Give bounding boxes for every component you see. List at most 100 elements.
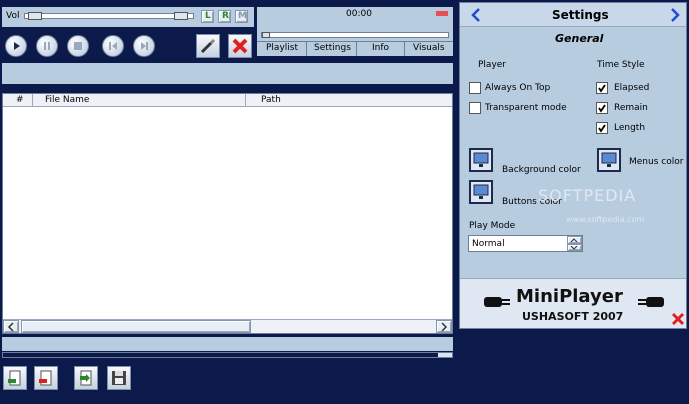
always-on-top-checkbox[interactable]: [469, 82, 481, 94]
scroll-right-button[interactable]: [436, 320, 452, 333]
play-mode-value: Normal: [472, 239, 505, 249]
remove-file-icon: [39, 370, 52, 386]
status-strip: [2, 337, 453, 351]
right-channel-button[interactable]: R: [218, 10, 231, 23]
play-button[interactable]: [5, 35, 27, 57]
buttons-color-button[interactable]: [469, 180, 493, 204]
seek-bar-thumb[interactable]: [262, 32, 270, 38]
add-file-button[interactable]: [3, 366, 27, 390]
settings-title: Settings: [552, 8, 609, 22]
close-playlist-button[interactable]: [228, 34, 252, 58]
mono-button[interactable]: M: [235, 10, 248, 23]
transparent-mode-checkbox[interactable]: [469, 102, 481, 114]
settings-header: Settings: [460, 3, 686, 27]
always-on-top-label: Always On Top: [485, 83, 551, 93]
open-file-icon: [80, 370, 92, 386]
add-file-icon: [8, 370, 21, 386]
monitor-icon: [601, 152, 617, 167]
remain-label: Remain: [614, 103, 648, 113]
volume-bar-panel: Vol L R M: [2, 7, 254, 27]
column-path-label: Path: [261, 95, 281, 105]
tab-settings-label: Settings: [314, 43, 351, 53]
seek-bar[interactable]: [261, 32, 449, 38]
chevron-down-icon: [570, 245, 578, 250]
chevron-left-icon[interactable]: [469, 7, 483, 23]
tab-bar: Playlist Settings Info Visuals: [257, 41, 453, 56]
scroll-thumb[interactable]: [21, 320, 251, 333]
background-color-button[interactable]: [469, 148, 493, 172]
tab-playlist[interactable]: Playlist: [257, 42, 307, 56]
elapsed-checkbox[interactable]: [596, 82, 608, 94]
right-channel-label: R: [222, 11, 229, 21]
tools-button[interactable]: [196, 34, 220, 58]
chevron-right-icon: [441, 322, 448, 332]
company-name: USHASOFT 2007: [522, 310, 624, 323]
mono-label: M: [238, 11, 247, 21]
scroll-left-button[interactable]: [3, 320, 19, 333]
open-file-button[interactable]: [74, 366, 98, 390]
chevron-left-icon: [7, 322, 14, 332]
column-number-label: #: [16, 95, 24, 105]
close-icon: [232, 38, 248, 54]
tab-playlist-label: Playlist: [266, 43, 298, 53]
tab-visuals[interactable]: Visuals: [405, 42, 453, 56]
volume-slider-thumb[interactable]: [28, 12, 42, 20]
column-header-path[interactable]: Path: [246, 94, 452, 107]
horizontal-scrollbar[interactable]: [3, 319, 452, 333]
next-button[interactable]: [133, 35, 155, 57]
position-bar[interactable]: [2, 352, 453, 358]
tab-info[interactable]: Info: [357, 42, 405, 56]
background-color-label: Background color: [502, 165, 581, 175]
length-checkbox[interactable]: [596, 122, 608, 134]
play-mode-label: Play Mode: [469, 221, 516, 231]
play-mode-select[interactable]: Normal: [468, 235, 583, 252]
magic-wand-icon: [200, 38, 216, 54]
tab-info-label: Info: [372, 43, 390, 53]
menus-color-label: Menus color: [629, 157, 684, 167]
play-mode-spinner-up[interactable]: [567, 236, 582, 244]
pause-button[interactable]: [36, 35, 58, 57]
chevron-up-icon: [570, 238, 578, 243]
watermark-text: SOFTPEDIA: [538, 186, 637, 205]
plug-left-icon: [484, 297, 510, 307]
left-channel-button[interactable]: L: [201, 10, 214, 23]
monitor-icon: [473, 184, 489, 199]
time-display-panel: 00:00: [257, 7, 453, 41]
seek-slider-thumb[interactable]: [174, 12, 188, 20]
checkmark-icon: [598, 124, 606, 133]
settings-panel: Settings General Player Time Style Alway…: [459, 2, 687, 329]
close-icon[interactable]: [671, 312, 685, 326]
menus-color-button[interactable]: [597, 148, 621, 172]
monitor-icon: [473, 152, 489, 167]
close-window-button[interactable]: [436, 11, 448, 16]
checkmark-icon: [598, 84, 606, 93]
volume-label: Vol: [6, 11, 20, 21]
settings-subtitle: General: [555, 32, 604, 45]
chevron-right-icon[interactable]: [668, 7, 682, 23]
player-group-label: Player: [478, 60, 507, 70]
play-mode-spinner-down[interactable]: [567, 244, 582, 251]
transparent-mode-label: Transparent mode: [485, 103, 567, 113]
previous-button[interactable]: [102, 35, 124, 57]
length-label: Length: [614, 123, 646, 133]
skip-back-icon: [109, 42, 117, 50]
checkmark-icon: [598, 104, 606, 113]
elapsed-label: Elapsed: [614, 83, 650, 93]
play-icon: [14, 42, 20, 50]
time-display: 00:00: [346, 9, 372, 19]
save-playlist-button[interactable]: [107, 366, 131, 390]
column-header-number[interactable]: #: [3, 94, 33, 107]
stop-button[interactable]: [67, 35, 89, 57]
column-header-file-name[interactable]: File Name: [33, 94, 246, 107]
playlist-header: # File Name Path: [3, 94, 452, 107]
column-file-name-label: File Name: [45, 95, 90, 105]
position-bar-thumb[interactable]: [438, 353, 452, 357]
brand-name: MiniPlayer: [516, 286, 623, 307]
track-info-strip: [2, 63, 453, 84]
tab-settings[interactable]: Settings: [307, 42, 357, 56]
playlist-table: # File Name Path: [2, 93, 453, 334]
remove-file-button[interactable]: [34, 366, 58, 390]
plug-right-icon: [638, 297, 664, 307]
remain-checkbox[interactable]: [596, 102, 608, 114]
volume-slider-track[interactable]: [24, 12, 194, 20]
